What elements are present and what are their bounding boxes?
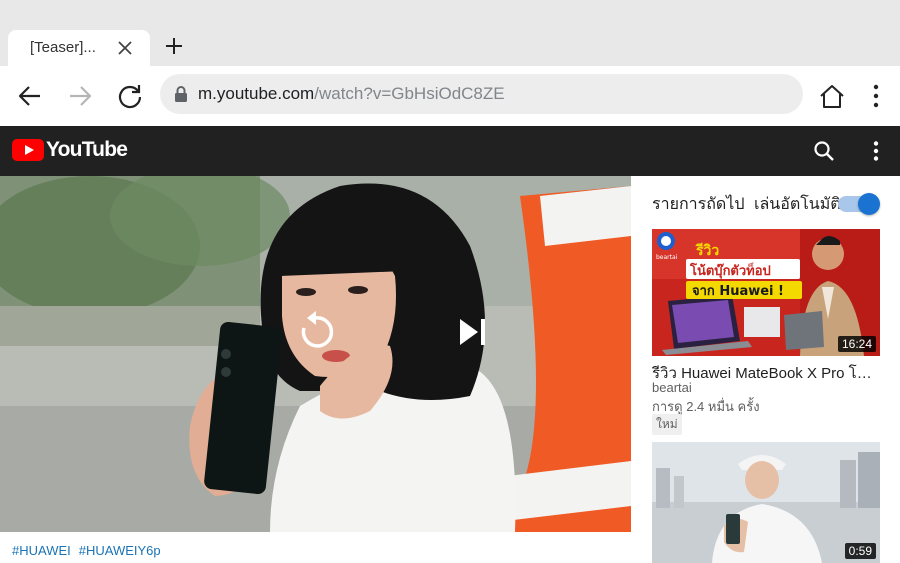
hashtag-link[interactable]: #HUAWEI: [12, 543, 71, 558]
thumb-text-subhead: จาก Huawei !: [692, 284, 784, 299]
url-text: m.youtube.com/watch?v=GbHsiOdC8ZE: [198, 84, 505, 104]
autoplay-toggle[interactable]: [838, 193, 880, 215]
url-path: /watch?v=GbHsiOdC8ZE: [314, 84, 505, 103]
video-duration: 16:24: [837, 336, 876, 352]
autoplay-label: เล่นอัตโนมัติ: [754, 196, 841, 213]
browser-toolbar: m.youtube.com/watch?v=GbHsiOdC8ZE: [0, 66, 900, 126]
thumb-text-review: รีวิว: [695, 243, 720, 259]
hashtag-list: #HUAWEI #HUAWEIY6p: [12, 543, 169, 558]
new-tab-icon[interactable]: [164, 36, 184, 56]
toggle-knob: [858, 193, 880, 215]
hashtag-link[interactable]: #HUAWEIY6p: [79, 543, 161, 558]
lock-icon: [175, 86, 187, 102]
thumb-text-headline: โน้ตบุ๊กตัวท็อป: [689, 261, 771, 279]
youtube-wordmark[interactable]: YouTube: [46, 138, 128, 162]
url-host: m.youtube.com: [198, 84, 315, 103]
more-vert-icon[interactable]: [864, 139, 888, 163]
search-icon[interactable]: [812, 139, 836, 163]
tab-title: [Teaser]...: [30, 39, 96, 56]
youtube-logo-icon[interactable]: [12, 139, 44, 161]
back-arrow-icon[interactable]: [16, 82, 44, 110]
video-player[interactable]: [0, 176, 631, 532]
address-bar[interactable]: m.youtube.com/watch?v=GbHsiOdC8ZE: [160, 74, 803, 114]
thumb-logo-text: beartai: [656, 254, 678, 261]
youtube-header: YouTube: [0, 126, 900, 176]
more-vert-icon[interactable]: [862, 82, 890, 110]
skip-next-icon[interactable]: [456, 315, 490, 349]
up-next-heading: รายการถัดไป: [652, 196, 745, 213]
video-thumbnail[interactable]: 0:59: [652, 442, 880, 563]
tab-close-icon[interactable]: [116, 39, 134, 57]
video-thumbnail[interactable]: รีวิว โน้ตบุ๊กตัวท็อป จาก Huawei ! beart…: [652, 229, 880, 356]
forward-arrow-icon[interactable]: [66, 82, 94, 110]
replay-icon[interactable]: [292, 308, 340, 356]
browser-tab-strip: [Teaser]...: [0, 0, 900, 66]
new-badge: ใหม่: [652, 414, 682, 435]
browser-tab[interactable]: [Teaser]...: [8, 30, 150, 66]
video-duration: 0:59: [844, 543, 876, 559]
reload-icon[interactable]: [116, 82, 144, 110]
video-channel[interactable]: beartai: [652, 380, 692, 395]
home-icon[interactable]: [818, 82, 846, 110]
